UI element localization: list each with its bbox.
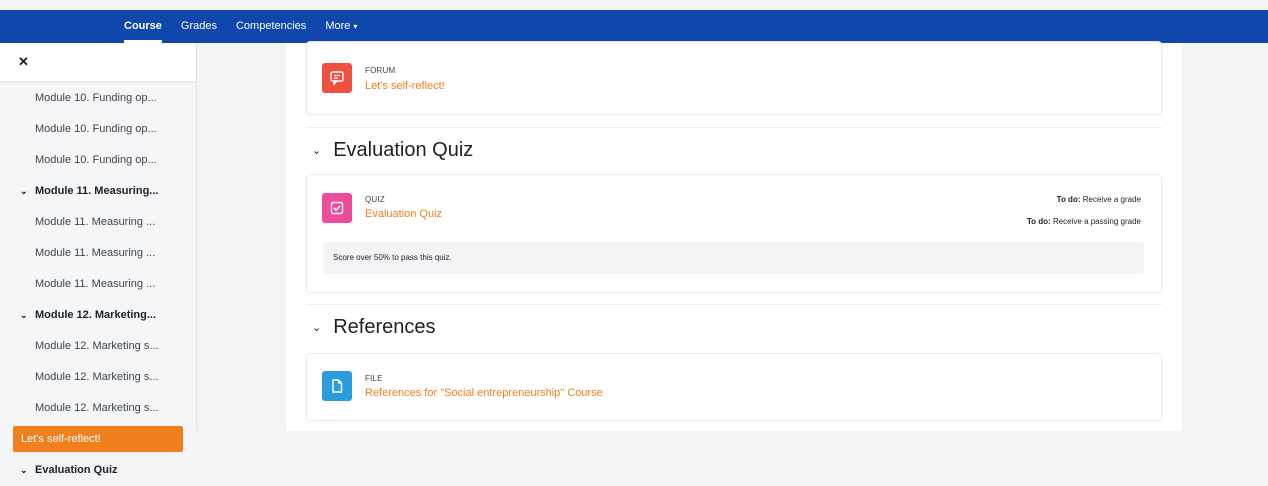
- completion-requirement: To do: Receive a grade: [1057, 195, 1141, 204]
- chevron-down-icon: ⌄: [20, 310, 28, 320]
- todo-label: To do:: [1026, 217, 1051, 226]
- availability-info: Score over 50% to pass this quiz.: [323, 242, 1144, 274]
- section-title[interactable]: ⌄ References: [312, 316, 436, 339]
- course-index-list: Module 10. Funding op... Module 10. Fund…: [0, 83, 196, 486]
- course-index-item[interactable]: Module 12. Marketing s...: [0, 362, 196, 393]
- tab-competencies[interactable]: Competencies: [236, 10, 306, 43]
- chevron-down-icon: ⌄: [20, 186, 28, 196]
- course-index-item[interactable]: Module 12. Marketing s...: [0, 331, 196, 362]
- section-title-label: Evaluation Quiz: [333, 139, 474, 161]
- activity-card-forum: FORUM Let's self-reflect!: [306, 41, 1162, 115]
- section-divider: [306, 127, 1162, 128]
- course-index-section[interactable]: ⌄ Evaluation Quiz: [0, 455, 196, 486]
- course-index-item[interactable]: Module 11. Measuring ...: [0, 207, 196, 238]
- activity-card-file: FILE References for "Social entrepreneur…: [306, 353, 1162, 421]
- todo-text: Receive a passing grade: [1052, 217, 1141, 226]
- activity-type: QUIZ: [365, 195, 385, 204]
- course-index-drawer: ✕ Module 10. Funding op... Module 10. Fu…: [0, 43, 197, 476]
- todo-text: Receive a grade: [1082, 195, 1141, 204]
- activity-card-quiz: QUIZ Evaluation Quiz To do: Receive a gr…: [306, 174, 1162, 293]
- quiz-icon: [322, 193, 352, 223]
- course-index-section[interactable]: ⌄ Module 11. Measuring...: [0, 176, 196, 207]
- section-label: Evaluation Quiz: [35, 464, 118, 476]
- section-title-label: References: [333, 316, 436, 338]
- forum-icon: [322, 63, 352, 93]
- chevron-down-icon: ⌄: [312, 322, 322, 334]
- completion-requirement: To do: Receive a passing grade: [1027, 217, 1141, 226]
- tab-course[interactable]: Course: [124, 10, 162, 43]
- course-index-section[interactable]: ⌄ Module 12. Marketing...: [0, 300, 196, 331]
- section-title[interactable]: ⌄ Evaluation Quiz: [312, 139, 473, 162]
- course-index-item[interactable]: Module 12. Marketing s...: [0, 393, 196, 424]
- tab-more[interactable]: More ▾: [325, 10, 357, 43]
- course-index-item[interactable]: Module 10. Funding op...: [0, 145, 196, 176]
- course-index-item[interactable]: Module 11. Measuring ...: [0, 238, 196, 269]
- course-index-item[interactable]: Module 10. Funding op...: [0, 114, 196, 145]
- activity-link[interactable]: References for "Social entrepreneurship"…: [365, 387, 603, 399]
- course-index-item[interactable]: Module 11. Measuring ...: [0, 269, 196, 300]
- section-divider: [306, 304, 1162, 305]
- activity-type: FORUM: [365, 66, 396, 75]
- course-index-item[interactable]: Module 10. Funding op...: [0, 83, 196, 114]
- chevron-down-icon: ▾: [353, 22, 358, 31]
- top-navbar: Course Grades Competencies More ▾: [0, 10, 1268, 43]
- chevron-down-icon: ⌄: [20, 465, 28, 475]
- course-content: FORUM Let's self-reflect! ⌄ Evaluation Q…: [286, 41, 1182, 431]
- chevron-down-icon: ⌄: [312, 145, 322, 157]
- activity-link[interactable]: Evaluation Quiz: [365, 208, 442, 220]
- section-label: Module 12. Marketing...: [35, 309, 157, 321]
- section-label: Module 11. Measuring...: [35, 185, 159, 197]
- activity-link[interactable]: Let's self-reflect!: [365, 80, 445, 92]
- tab-more-label: More: [325, 20, 351, 32]
- tab-grades[interactable]: Grades: [181, 10, 217, 43]
- activity-type: FILE: [365, 374, 383, 383]
- course-index-item-active[interactable]: Let's self-reflect!: [13, 426, 183, 452]
- close-icon[interactable]: ✕: [18, 54, 29, 70]
- drawer-header: ✕: [0, 43, 196, 81]
- todo-label: To do:: [1056, 195, 1081, 204]
- file-icon: [322, 371, 352, 401]
